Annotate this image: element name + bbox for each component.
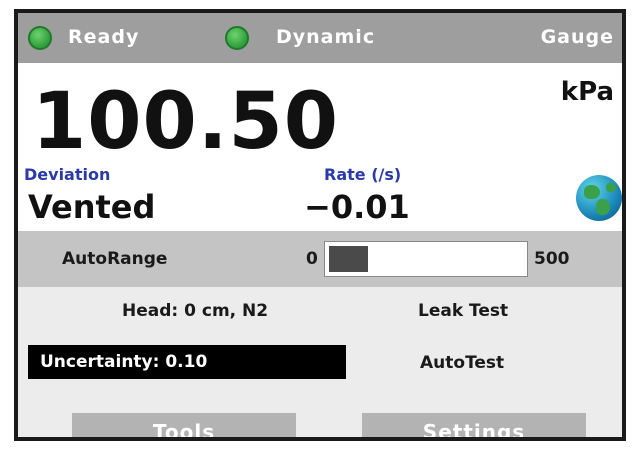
dynamic-status-indicator-icon	[225, 26, 249, 50]
autotest-button[interactable]: AutoTest	[420, 353, 504, 373]
globe-land-shape	[596, 199, 610, 215]
autorange-button[interactable]: AutoRange	[62, 249, 167, 269]
status-bar: Ready Dynamic Gauge	[18, 13, 622, 63]
uncertainty-display[interactable]: Uncertainty: 0.10	[28, 345, 346, 379]
head-setting[interactable]: Head: 0 cm, N2	[122, 301, 268, 321]
globe-icon[interactable]	[576, 175, 622, 221]
range-min-label: 0	[306, 249, 318, 269]
deviation-value: Vented	[28, 188, 156, 226]
deviation-label: Deviation	[24, 165, 111, 184]
range-max-label: 500	[534, 249, 570, 269]
instrument-screen: Ready Dynamic Gauge 100.50 kPa Deviation…	[14, 9, 626, 441]
leak-test-button[interactable]: Leak Test	[418, 301, 508, 321]
reference-status-label[interactable]: Gauge	[541, 26, 614, 48]
autorange-row: AutoRange 0 500	[18, 231, 622, 287]
pressure-unit[interactable]: kPa	[561, 77, 614, 107]
tools-button[interactable]: Tools	[72, 413, 296, 437]
ready-status-label: Ready	[68, 26, 140, 48]
pressure-reading: 100.50	[32, 77, 339, 167]
main-reading-panel: 100.50 kPa Deviation Vented Rate (/s) −0…	[18, 63, 622, 231]
globe-land-shape	[606, 183, 616, 192]
ready-status-indicator-icon	[28, 26, 52, 50]
settings-button[interactable]: Settings	[362, 413, 586, 437]
globe-land-shape	[584, 185, 600, 199]
range-bar-fill	[329, 246, 368, 272]
rate-label: Rate (/s)	[324, 165, 402, 184]
rate-value: −0.01	[304, 188, 410, 226]
mode-status-label[interactable]: Dynamic	[276, 26, 375, 48]
lower-panel: Head: 0 cm, N2 Leak Test Uncertainty: 0.…	[18, 287, 622, 437]
range-bar	[324, 241, 528, 277]
